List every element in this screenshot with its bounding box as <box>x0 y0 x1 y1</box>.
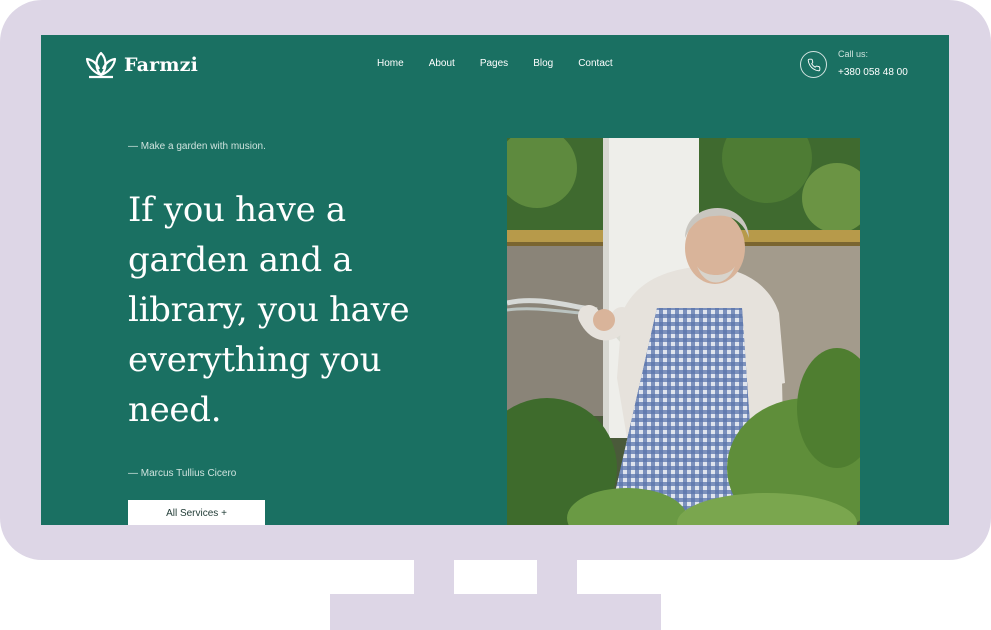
call-us-label: Call us: <box>838 49 869 59</box>
lotus-icon <box>83 49 119 81</box>
monitor-stand-left-leg <box>414 558 454 598</box>
nav-about-link[interactable]: About <box>429 58 455 69</box>
phone-number[interactable]: +380 058 48 00 <box>838 66 908 80</box>
call-us-text: Call us: +380 058 48 00 <box>838 49 908 80</box>
nav-blog-link[interactable]: Blog <box>533 58 553 69</box>
brand-name: Farmzi <box>124 54 199 76</box>
hero-headline: If you have a garden and a library, you … <box>128 190 410 430</box>
hero-photo <box>507 138 860 525</box>
site-logo[interactable]: Farmzi <box>83 49 198 81</box>
nav-contact-link[interactable]: Contact <box>578 58 612 69</box>
monitor-mockup: Farmzi Home About Pages Blog Contact Cal… <box>0 0 991 630</box>
monitor-stand-right-leg <box>537 558 577 598</box>
hero-tagline: — Make a garden with musion. <box>128 141 266 152</box>
nav-home-link[interactable]: Home <box>377 58 404 69</box>
monitor-stand-base <box>330 594 661 630</box>
nav-pages-link[interactable]: Pages <box>480 58 508 69</box>
call-us-block: Call us: +380 058 48 00 <box>800 49 908 80</box>
phone-icon[interactable] <box>800 51 827 78</box>
main-nav: Home About Pages Blog Contact <box>377 58 638 69</box>
all-services-button[interactable]: All Services + <box>128 500 265 525</box>
quote-author: — Marcus Tullius Cicero <box>128 468 237 479</box>
website-screen: Farmzi Home About Pages Blog Contact Cal… <box>41 35 949 525</box>
